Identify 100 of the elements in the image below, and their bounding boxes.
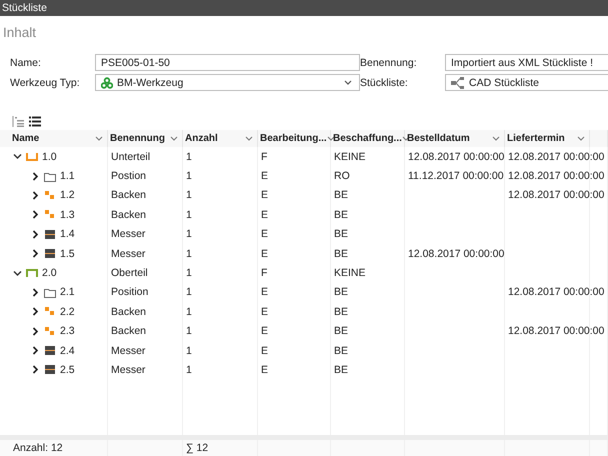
table-cell: BE [334, 248, 348, 260]
table-cell: Position [111, 286, 148, 298]
table-cell: 1 [186, 248, 192, 260]
expand-icon[interactable] [31, 172, 40, 181]
table-cell: 1 [186, 228, 192, 240]
table-cell: E [261, 189, 268, 202]
field-label: Name: [10, 56, 41, 68]
table-cell: BE [334, 344, 348, 357]
caret-icon [245, 136, 253, 142]
table-cell: BE [334, 364, 348, 376]
expand-icon[interactable] [31, 288, 40, 297]
table-cell: 2.1 [60, 286, 75, 298]
table-cell: BE [334, 228, 348, 240]
table-cell: F [261, 267, 268, 280]
caret-icon [95, 136, 103, 142]
table-cell: Backen [111, 189, 146, 202]
caret-icon [170, 136, 178, 142]
squares-icon [44, 326, 56, 337]
column-header[interactable]: Name [10, 130, 108, 147]
table-cell: BE [334, 189, 348, 202]
sum-total: ∑ 12 [186, 442, 208, 454]
caret-icon [344, 80, 352, 86]
table-cell: Backen [111, 208, 146, 221]
table-cell: BE [334, 325, 348, 338]
squares-icon [44, 306, 56, 318]
collapse-icon[interactable] [13, 152, 22, 162]
expand-icon[interactable] [31, 190, 40, 200]
table-cell: Unterteil [111, 150, 150, 163]
column-header[interactable]: Bestelldatum [405, 130, 505, 147]
table-cell: E [261, 306, 268, 318]
dropdown-field[interactable]: BM-Werkzeug [95, 74, 360, 91]
table-cell: BE [334, 306, 348, 318]
table-cell: Backen [111, 306, 146, 318]
table-cell: Messer [111, 364, 146, 376]
table-cell: 1 [186, 267, 192, 280]
column-header[interactable]: Benennung [108, 130, 183, 147]
expand-icon[interactable] [31, 326, 40, 336]
table-cell: E [261, 248, 268, 260]
bars-icon [44, 364, 56, 376]
field-label: Werkzeug Typ: [10, 76, 80, 88]
bracket-icon [26, 151, 38, 162]
caret-icon [577, 136, 585, 142]
table-cell: BE [334, 286, 348, 298]
table-cell: 1 [186, 344, 192, 357]
expand-icon[interactable] [31, 346, 40, 356]
field-label: Benennung: [360, 56, 417, 68]
table-cell: F [261, 150, 268, 163]
table-cell: E [261, 325, 268, 338]
table-cell: BE [334, 208, 348, 221]
column-header[interactable]: Bearbeitung... [258, 130, 331, 147]
table-cell: 1 [186, 286, 192, 298]
table-cell: 12.08.2017 00:00:00 [508, 286, 604, 298]
column-header[interactable]: Liefertermin [505, 130, 590, 147]
input-field[interactable]: PSE005-01-50 [95, 54, 360, 71]
table-cell: 1 [186, 306, 192, 318]
column-header[interactable]: Beschaffung... [331, 130, 405, 147]
table-cell: 1 [186, 150, 192, 163]
folder-icon [44, 170, 56, 182]
table-cell: E [261, 286, 268, 298]
table-cell: KEINE [334, 150, 366, 163]
table-cell: 1.1 [60, 170, 75, 182]
expand-icon[interactable] [31, 249, 40, 258]
table-cell: E [261, 228, 268, 240]
table-cell: Messer [111, 344, 146, 357]
tool-icon [101, 76, 113, 88]
expand-icon[interactable] [31, 365, 40, 374]
window-title: Stückliste [2, 2, 47, 14]
bracket-icon [26, 268, 38, 279]
table-cell: 1.2 [60, 189, 75, 202]
bars-icon [44, 248, 56, 260]
table-cell: 12.08.2017 00:00:00 [508, 189, 604, 202]
table-cell: 1 [186, 364, 192, 376]
table-cell: 12.08.2017 00:00:00 [508, 325, 604, 338]
collapse-icon[interactable] [13, 268, 22, 278]
table-cell: 1 [186, 325, 192, 338]
table-cell: 1.3 [60, 208, 75, 221]
table-cell: 1 [186, 189, 192, 202]
table-cell: 2.3 [60, 325, 75, 338]
table-cell: 1 [186, 170, 192, 182]
table-cell: KEINE [334, 267, 366, 280]
folder-icon [44, 286, 56, 298]
table-cell: 12.08.2017 00:00:00 [508, 170, 604, 182]
table-cell: 2.2 [60, 306, 75, 318]
table-cell: Oberteil [111, 267, 148, 280]
table-cell: 1.0 [42, 150, 57, 163]
table-cell: 2.4 [60, 344, 75, 357]
list-view-icon[interactable] [29, 116, 41, 127]
tree-view-icon[interactable] [12, 116, 24, 127]
expand-icon[interactable] [31, 307, 40, 316]
table-cell: 12.08.2017 00:00:00 [408, 248, 504, 260]
expand-icon[interactable] [31, 210, 40, 220]
column-header[interactable]: Anzahl [183, 130, 258, 147]
squares-icon [44, 190, 56, 201]
row-count: Anzahl: 12 [13, 442, 63, 454]
expand-icon[interactable] [31, 230, 40, 239]
bars-icon [44, 228, 56, 240]
table-cell: E [261, 364, 268, 376]
input-field[interactable]: CAD Stückliste [445, 74, 608, 91]
input-field[interactable]: Importiert aus XML Stückliste ! [445, 54, 608, 71]
table-cell: Postion [111, 170, 146, 182]
